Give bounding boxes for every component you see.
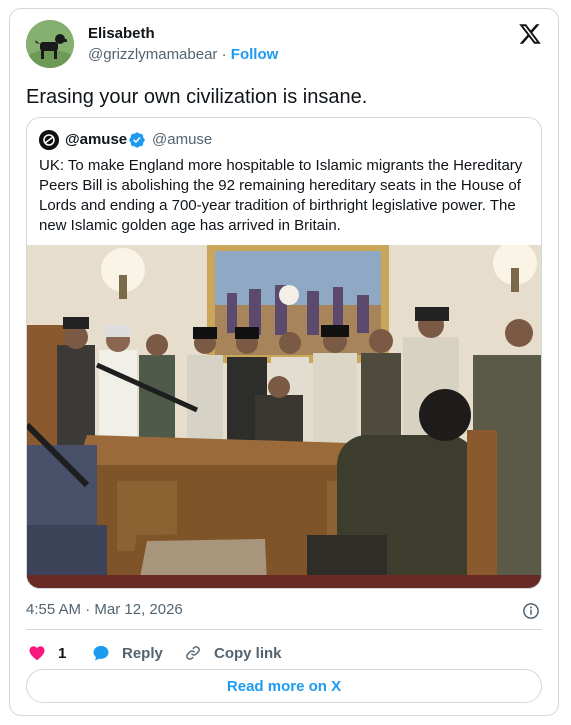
author-name[interactable]: Elisabeth (88, 25, 155, 42)
copy-link-label: Copy link (214, 644, 282, 662)
reply-button[interactable]: Reply (92, 642, 163, 664)
meta-separator: · (85, 601, 91, 618)
verified-badge-icon (129, 132, 145, 148)
link-icon (186, 646, 200, 660)
author-avatar[interactable] (26, 20, 74, 68)
quoted-photo[interactable] (27, 245, 542, 589)
read-more-button[interactable]: Read more on X (26, 669, 542, 703)
like-count: 1 (58, 644, 67, 662)
quoted-name[interactable]: @amuse (65, 131, 127, 148)
quoted-tweet[interactable]: @amuse @amuse UK: To make England more h… (26, 117, 542, 589)
tweet-timestamp[interactable]: 4:55 AM · Mar 12, 2026 (26, 601, 183, 618)
heart-icon (29, 646, 45, 661)
tweet-text: Erasing your own civilization is insane. (26, 86, 368, 108)
author-handle-line: @grizzlymamabear · Follow (88, 46, 278, 63)
like-button[interactable]: 1 (28, 642, 66, 664)
tweet-card: Elisabeth @grizzlymamabear · Follow Eras… (9, 8, 559, 716)
x-logo-icon[interactable] (518, 22, 542, 46)
reply-bubble-icon (93, 645, 109, 661)
follow-button[interactable]: Follow (231, 46, 279, 63)
quoted-avatar[interactable] (39, 130, 59, 150)
quoted-handle[interactable]: @amuse (152, 131, 212, 148)
author-handle[interactable]: @grizzlymamabear (88, 46, 217, 63)
info-icon[interactable] (522, 602, 540, 620)
divider (26, 629, 542, 630)
copy-link-button[interactable]: Copy link (184, 642, 282, 664)
reply-label: Reply (122, 644, 163, 662)
quoted-text: UK: To make England more hospitable to I… (39, 157, 523, 234)
tweet-date: Mar 12, 2026 (94, 601, 183, 618)
separator-dot: · (221, 46, 227, 63)
tweet-time: 4:55 AM (26, 601, 82, 618)
